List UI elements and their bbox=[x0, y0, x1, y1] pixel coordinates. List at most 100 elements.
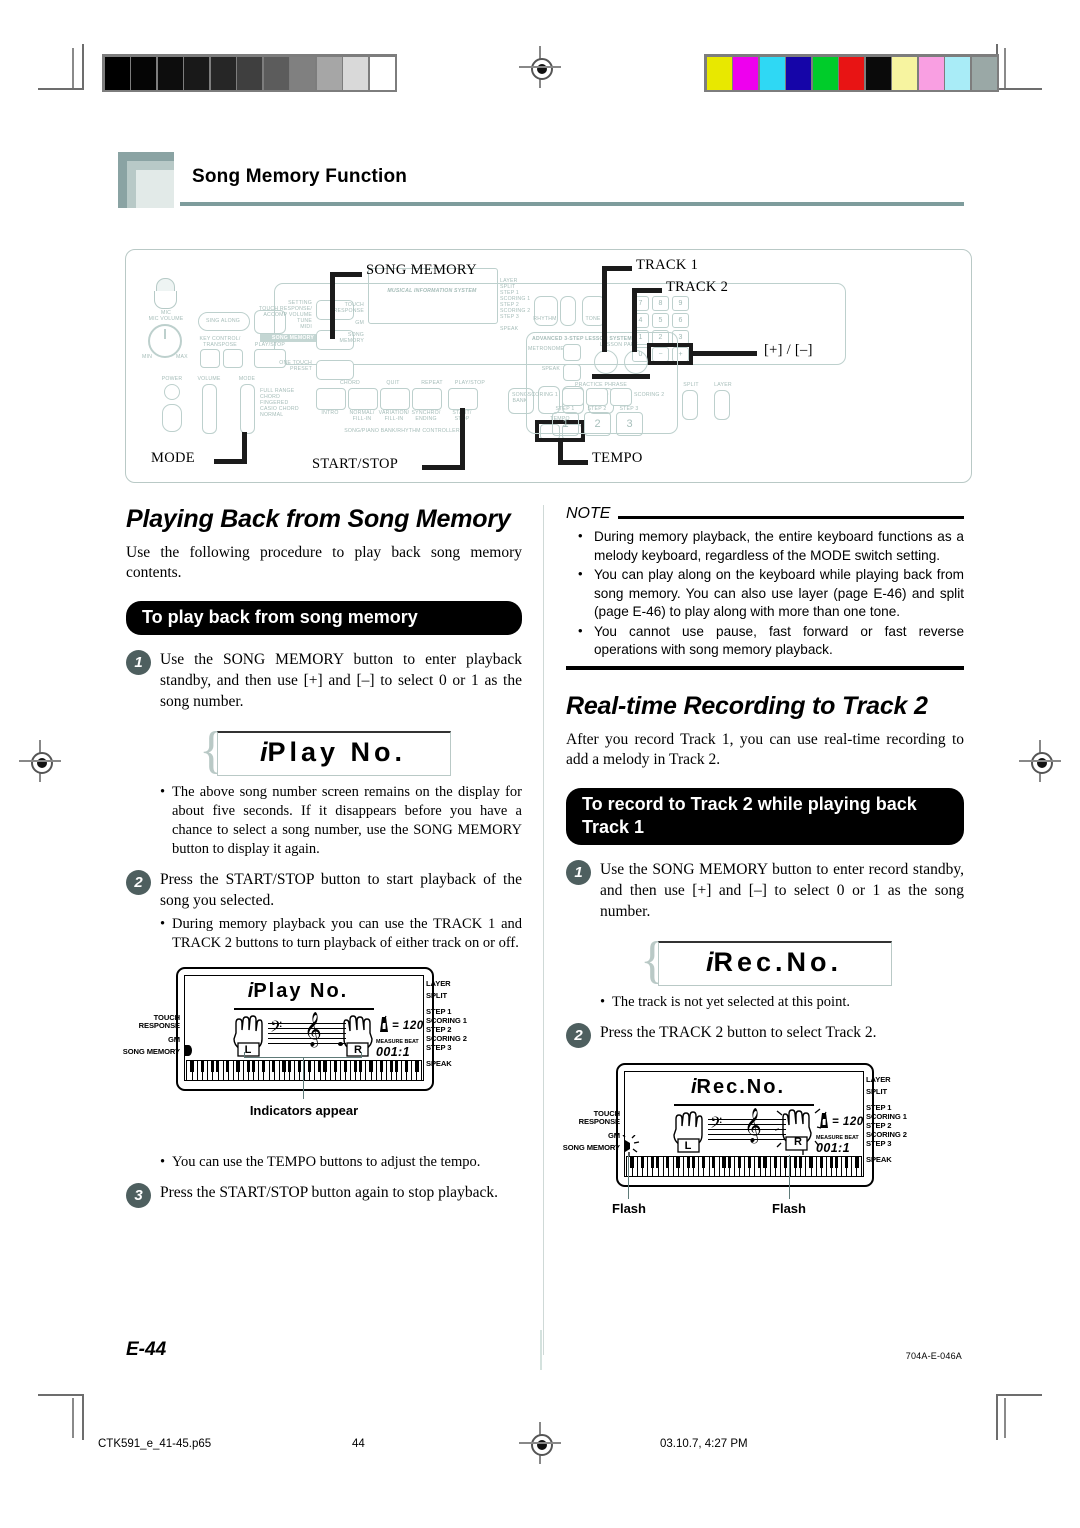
lcd-label-split: SPLIT bbox=[866, 1086, 888, 1096]
mic-volume-knob[interactable] bbox=[148, 324, 182, 358]
corner-mark-bottom-right bbox=[996, 1394, 1042, 1440]
metronome-button[interactable] bbox=[563, 344, 581, 361]
panel-label-synchro-ending: SYNCHRO/ ENDING bbox=[411, 410, 441, 422]
step-number-badge: 1 bbox=[566, 859, 591, 885]
callout-line-plusminus bbox=[693, 351, 757, 356]
document-id: 704A-E-046A bbox=[905, 1351, 962, 1361]
panel-label-lcd-side-right: LAYER SPLIT STEP 1 SCORING 1 STEP 2 SCOR… bbox=[500, 278, 531, 332]
intro-button[interactable] bbox=[316, 388, 346, 410]
callout-song-memory: SONG MEMORY bbox=[366, 262, 477, 278]
footer-timestamp: 03.10.7, 4:27 PM bbox=[660, 1438, 748, 1450]
split-button[interactable] bbox=[682, 390, 698, 420]
callout-line-song-memory-h bbox=[330, 272, 362, 277]
note-list: During memory playback, the entire keybo… bbox=[566, 527, 964, 660]
volume-slider[interactable] bbox=[202, 384, 217, 434]
lcd-label-scoring1: SCORING 1 bbox=[426, 1016, 467, 1025]
step-text: Press the START/STOP button to start pla… bbox=[160, 871, 522, 909]
practice-phrase-prev-button[interactable] bbox=[562, 388, 584, 406]
note-dot bbox=[338, 1042, 343, 1046]
panel-label-mic-volume: MIC VOLUME bbox=[148, 316, 184, 322]
practice-phrase-select-button[interactable] bbox=[586, 388, 608, 406]
corner-mark-bottom-left bbox=[38, 1394, 84, 1440]
registration-mark-top bbox=[519, 46, 561, 88]
step-3-button[interactable]: 3 bbox=[616, 412, 643, 436]
lcd-label-split: SPLIT bbox=[426, 991, 448, 1000]
metronome-icon bbox=[380, 1015, 388, 1032]
lcd-label-scoring1: SCORING 1 bbox=[866, 1111, 907, 1121]
practice-phrase-next-button[interactable] bbox=[610, 388, 632, 406]
step-1-button[interactable]: 1 bbox=[552, 412, 579, 436]
left-step1-bullets: The above song number screen remains on … bbox=[126, 783, 522, 859]
panel-label-normal-fillin: NORMAL/ FILL-IN bbox=[349, 410, 375, 422]
flash-leader-left bbox=[628, 1154, 630, 1199]
tick-mark-bottom-right bbox=[1004, 1398, 1006, 1438]
track2-hand-button[interactable] bbox=[624, 350, 648, 374]
grayscale-calibration-bar bbox=[102, 54, 397, 92]
flash-leader-right bbox=[789, 1154, 791, 1199]
numkey-9[interactable]: 9 bbox=[672, 296, 689, 311]
step-2-button[interactable]: 2 bbox=[584, 412, 611, 436]
panel-label-song-memory-btn: SONG MEMORY bbox=[260, 334, 316, 342]
step-text: Press the START/STOP button again to sto… bbox=[160, 1184, 498, 1201]
note-label: NOTE bbox=[566, 505, 611, 523]
panel-label-sing-along: SING ALONG bbox=[206, 318, 240, 324]
callout-mode: MODE bbox=[151, 450, 195, 466]
power-switch[interactable] bbox=[162, 404, 182, 432]
numkey-8[interactable]: 8 bbox=[652, 296, 669, 311]
mode-slider[interactable] bbox=[240, 384, 255, 434]
lcd-label-response: RESPONSE bbox=[578, 1116, 621, 1126]
speak-button[interactable] bbox=[563, 364, 581, 381]
synchro-ending-button[interactable] bbox=[412, 388, 442, 410]
numkey-6[interactable]: 6 bbox=[672, 313, 689, 328]
column-divider bbox=[543, 505, 545, 1355]
bullet-item: The above song number screen remains on … bbox=[160, 783, 522, 859]
panel-label-lcd-side: TOUCH RESPONSE GM SONG MEMORY bbox=[333, 302, 364, 344]
tempo-value: = 120 bbox=[832, 1115, 864, 1128]
power-button[interactable] bbox=[164, 384, 180, 400]
panel-label-max: MAX bbox=[176, 354, 188, 360]
right-section-heading: Real-time Recording to Track 2 bbox=[566, 691, 928, 720]
right-step1-bullets: The track is not yet selected at this po… bbox=[566, 993, 964, 1012]
panel-label-rhythm: RHYTHM bbox=[533, 316, 557, 322]
callout-line-startstop-h bbox=[422, 465, 465, 470]
callout-line-track1-h bbox=[602, 266, 632, 271]
tick-mark-top-left bbox=[72, 48, 74, 88]
one-touch-preset-button[interactable] bbox=[316, 360, 354, 380]
lcd-label-layer: LAYER bbox=[866, 1074, 891, 1084]
bass-clef-icon: 𝄢 bbox=[710, 1114, 723, 1136]
note-item: During memory playback, the entire keybo… bbox=[572, 527, 964, 565]
layer-button[interactable] bbox=[714, 390, 730, 420]
lcd-label-speak: SPEAK bbox=[426, 1059, 452, 1068]
track1-hand-button[interactable] bbox=[594, 350, 618, 374]
start-stop-button[interactable] bbox=[448, 388, 478, 410]
indicator-tick-right bbox=[361, 1052, 363, 1058]
rhythm-secondary-button[interactable] bbox=[560, 296, 576, 326]
indicator-tick-left bbox=[244, 1052, 246, 1058]
lcd-label-gm: GM bbox=[167, 1035, 180, 1044]
left-section-heading: Playing Back from Song Memory bbox=[126, 505, 511, 533]
treble-clef-icon: 𝄞 bbox=[304, 1013, 322, 1046]
lcd-label-layer: LAYER bbox=[426, 979, 451, 988]
key-control-up-button[interactable] bbox=[223, 349, 243, 368]
right-black-header: To record to Track 2 while playing back … bbox=[566, 787, 964, 845]
color-calibration-bar bbox=[704, 54, 999, 92]
keyboard-panel-figure: MIC MIC VOLUME MIN MAX SING ALONG KEY CO… bbox=[125, 249, 972, 483]
lcd-figure-play: iPlay No. TOUCH RESPONSE GM SONG MEMORY … bbox=[123, 959, 522, 1149]
callout-plus-minus: [+] / [–] bbox=[764, 342, 813, 358]
page-label: E-44 bbox=[126, 1339, 167, 1360]
page-title: Song Memory Function bbox=[192, 166, 408, 187]
display-strip-text: iRec.No. bbox=[705, 946, 843, 977]
callout-line-startstop-v bbox=[460, 408, 465, 470]
key-control-down-button[interactable] bbox=[200, 349, 220, 368]
display-strip-rec-no: { iRec.No. bbox=[640, 934, 892, 986]
section-header: Song Memory Function bbox=[118, 152, 964, 208]
numkey-5[interactable]: 5 bbox=[652, 313, 669, 328]
track-1-2-band bbox=[592, 374, 650, 379]
variation-fillin-button[interactable] bbox=[380, 388, 410, 410]
lcd-underline bbox=[234, 1008, 374, 1010]
panel-label-volume: VOLUME bbox=[197, 376, 221, 382]
registration-mark-bottom bbox=[519, 1422, 561, 1464]
normal-fillin-button[interactable] bbox=[348, 388, 378, 410]
tick-mark-top-right bbox=[1004, 48, 1006, 88]
panel-label-repeat: REPEAT bbox=[421, 380, 443, 386]
